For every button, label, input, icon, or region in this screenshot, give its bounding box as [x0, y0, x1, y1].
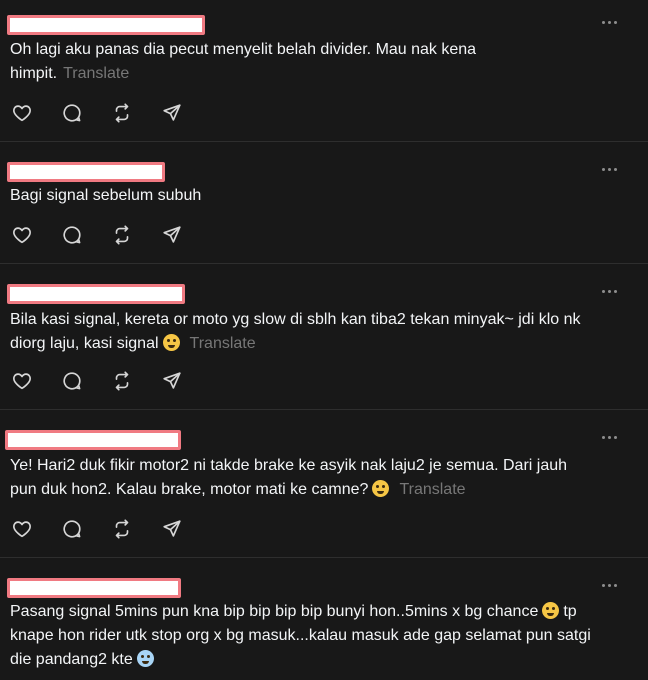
translate-link[interactable]: Translate: [190, 335, 256, 352]
heart-icon[interactable]: [10, 369, 34, 393]
post-text-line: die pandang2 kte: [10, 651, 133, 668]
post-text-line: pun duk hon2. Kalau brake, motor mati ke…: [10, 481, 369, 498]
send-icon[interactable]: [160, 223, 184, 247]
redacted-username: [7, 162, 165, 182]
reply-post: Bila kasi signal, kereta or moto yg slow…: [0, 264, 648, 410]
post-text-line: Bagi signal sebelum subuh: [10, 187, 202, 204]
comment-icon[interactable]: [60, 369, 84, 393]
repost-icon[interactable]: [110, 223, 134, 247]
more-dots-icon[interactable]: [602, 19, 620, 25]
post-text: Oh lagi aku panas dia pecut menyelit bel…: [10, 38, 628, 86]
send-icon[interactable]: [160, 517, 184, 541]
heart-icon[interactable]: [10, 223, 34, 247]
reply-post: Bagi signal sebelum subuh: [0, 142, 648, 264]
post-text: Bila kasi signal, kereta or moto yg slow…: [10, 308, 628, 356]
send-icon[interactable]: [160, 101, 184, 125]
post-text-fragment: tp: [563, 603, 577, 620]
pensive-emoji: [372, 480, 390, 497]
post-text-line: Pasang signal 5mins pun kna bip bip bip …: [10, 603, 539, 620]
post-text-line: Ye! Hari2 duk fikir motor2 ni takde brak…: [10, 457, 568, 474]
translate-link[interactable]: Translate: [63, 65, 129, 82]
redacted-username: [7, 15, 205, 35]
repost-icon[interactable]: [110, 101, 134, 125]
redacted-username: [5, 430, 181, 450]
heart-icon[interactable]: [10, 101, 34, 125]
post-text-line: himpit.: [10, 65, 58, 82]
more-dots-icon[interactable]: [602, 288, 620, 294]
post-text-line: knape hon rider utk stop org x bg masuk.…: [10, 627, 591, 644]
repost-icon[interactable]: [110, 517, 134, 541]
post-actions: [10, 101, 184, 125]
post-text-line: Bila kasi signal, kereta or moto yg slow…: [10, 311, 581, 328]
redacted-username: [7, 284, 185, 304]
heart-icon[interactable]: [10, 517, 34, 541]
post-actions: [10, 369, 184, 393]
reply-post: Ye! Hari2 duk fikir motor2 ni takde brak…: [0, 410, 648, 558]
replies-feed: Oh lagi aku panas dia pecut menyelit bel…: [0, 0, 648, 680]
post-actions: [10, 517, 184, 541]
redacted-username: [7, 578, 181, 598]
repost-icon[interactable]: [110, 369, 134, 393]
post-text: Pasang signal 5mins pun kna bip bip bip …: [10, 600, 628, 672]
comment-icon[interactable]: [60, 223, 84, 247]
comment-icon[interactable]: [60, 517, 84, 541]
comment-icon[interactable]: [60, 101, 84, 125]
cold-face-emoji: [136, 650, 154, 667]
laughing-tears-emoji: [542, 602, 560, 619]
more-dots-icon[interactable]: [602, 434, 620, 440]
reply-post: Oh lagi aku panas dia pecut menyelit bel…: [0, 0, 648, 142]
post-text: Ye! Hari2 duk fikir motor2 ni takde brak…: [10, 454, 628, 502]
more-dots-icon[interactable]: [602, 166, 620, 172]
laughing-tears-emoji: [162, 334, 180, 351]
post-text: Bagi signal sebelum subuh: [10, 184, 628, 208]
reply-post: Pasang signal 5mins pun kna bip bip bip …: [0, 558, 648, 680]
post-actions: [10, 223, 184, 247]
post-text-line: Oh lagi aku panas dia pecut menyelit bel…: [10, 41, 477, 58]
post-text-line: diorg laju, kasi signal: [10, 335, 159, 352]
translate-link[interactable]: Translate: [399, 481, 465, 498]
send-icon[interactable]: [160, 369, 184, 393]
more-dots-icon[interactable]: [602, 582, 620, 588]
